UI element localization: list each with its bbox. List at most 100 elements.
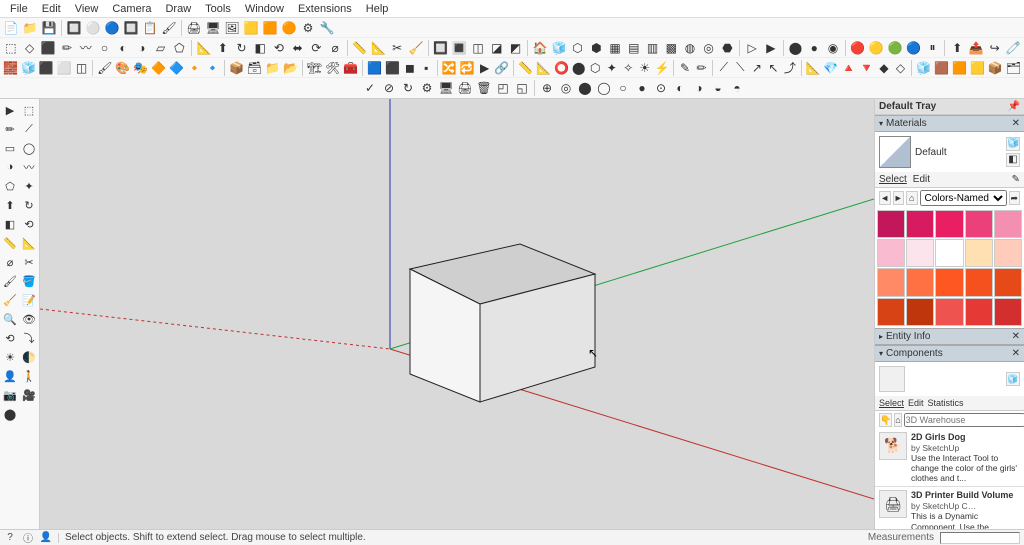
toolbar-button[interactable]: 📐 (195, 39, 213, 57)
toolbar-button[interactable]: ⬚ (2, 39, 20, 57)
material-swatch[interactable] (877, 298, 905, 326)
toolbar-button[interactable]: 🔀 (441, 59, 458, 77)
toolbar-button[interactable]: ✏ (58, 39, 76, 57)
toolbar-button[interactable]: ⬆ (948, 39, 966, 57)
toolbar-button[interactable]: ⭕ (553, 59, 570, 77)
toolbar-button[interactable]: 📁 (264, 59, 281, 77)
toolbar-button[interactable]: 🧰 (342, 59, 359, 77)
toolbar-button[interactable]: ▥ (644, 39, 662, 57)
toolbar-button[interactable]: ⬢ (588, 39, 606, 57)
toolbar-button[interactable]: 🧊 (550, 39, 568, 57)
large-tool-button[interactable]: ✏ (1, 120, 19, 138)
toolbar-button[interactable]: 🧊 (915, 59, 932, 77)
toolbar-button[interactable]: 🔴 (849, 39, 867, 57)
toolbar-button[interactable]: ◰ (494, 79, 512, 97)
toolbar-button[interactable]: 📐 (370, 39, 388, 57)
large-tool-button[interactable]: ◑ (1, 158, 19, 176)
toolbar-button[interactable]: 🔧 (318, 19, 336, 37)
toolbar-button[interactable]: 🟠 (280, 19, 298, 37)
toolbar-button[interactable]: ◑ (690, 79, 708, 97)
toolbar-button[interactable]: ◆ (876, 59, 892, 77)
toolbar-button[interactable]: 〰 (77, 39, 95, 57)
toolbar-button[interactable] (247, 79, 265, 97)
menu-draw[interactable]: Draw (159, 2, 197, 16)
menu-edit[interactable]: Edit (36, 2, 67, 16)
large-tool-button[interactable]: 📷 (1, 386, 19, 404)
components-tab-statistics[interactable]: Statistics (928, 398, 964, 408)
toolbar-button[interactable]: 📦 (228, 59, 245, 77)
toolbar-button[interactable]: 🧷 (1005, 39, 1023, 57)
menu-tools[interactable]: Tools (199, 2, 237, 16)
large-tool-button[interactable]: 🌓 (20, 348, 38, 366)
toolbar-button[interactable]: ○ (96, 39, 114, 57)
toolbar-button[interactable]: 🗂 (1005, 59, 1022, 77)
model-viewport[interactable]: ↖ (40, 99, 874, 529)
toolbar-button[interactable]: ⬌ (289, 39, 307, 57)
large-tool-button[interactable]: ⟋ (20, 120, 38, 138)
help-icon[interactable]: ? (4, 532, 16, 544)
toolbar-button[interactable]: ● (633, 79, 651, 97)
component-item[interactable]: 🐕2D Girls Dogby SketchUpUse the Interact… (875, 429, 1024, 488)
material-swatch[interactable] (965, 239, 993, 267)
material-swatch[interactable] (965, 298, 993, 326)
toolbar-button[interactable]: 🛠 (324, 59, 341, 77)
material-swatch[interactable] (906, 268, 934, 296)
large-tool-button[interactable]: ✂ (20, 253, 38, 271)
toolbar-button[interactable]: 🟢 (886, 39, 904, 57)
large-tool-button[interactable]: ◯ (20, 139, 38, 157)
close-icon[interactable]: ✕ (1012, 118, 1020, 129)
large-tool-button[interactable]: ⬠ (1, 177, 19, 195)
large-tool-button[interactable]: ⟲ (1, 329, 19, 347)
back-icon[interactable]: ◄ (879, 191, 891, 205)
toolbar-button[interactable]: ◼ (402, 59, 418, 77)
toolbar-button[interactable]: ▩ (662, 39, 680, 57)
toolbar-button[interactable]: ◑ (133, 39, 151, 57)
add-component-icon[interactable]: 🧊 (1006, 372, 1020, 386)
eyedropper-icon[interactable]: ✎ (1012, 174, 1020, 185)
toolbar-button[interactable] (323, 79, 341, 97)
toolbar-button[interactable]: 🟧 (951, 59, 968, 77)
toolbar-button[interactable]: ✓ (361, 79, 379, 97)
large-tool-button[interactable]: ⬤ (1, 405, 19, 423)
toolbar-button[interactable]: ⬡ (569, 39, 587, 57)
default-material-icon[interactable]: ◧ (1006, 153, 1020, 167)
material-swatch[interactable] (935, 239, 963, 267)
toolbar-button[interactable]: ▶ (477, 59, 493, 77)
toolbar-button[interactable]: 🧱 (2, 59, 19, 77)
toolbar-button[interactable] (342, 79, 360, 97)
large-tool-button[interactable]: 👁 (20, 310, 38, 328)
toolbar-button[interactable] (285, 79, 303, 97)
toolbar-button[interactable]: 🖌 (160, 19, 178, 37)
toolbar-button[interactable]: ✎ (677, 59, 693, 77)
toolbar-button[interactable]: 📦 (987, 59, 1004, 77)
toolbar-button[interactable]: ⟋ (716, 59, 732, 77)
toolbar-button[interactable]: ▱ (152, 39, 170, 57)
components-search-input[interactable] (904, 413, 1024, 427)
toolbar-button[interactable]: ⊙ (652, 79, 670, 97)
toolbar-button[interactable]: ◉ (824, 39, 842, 57)
toolbar-button[interactable]: ◱ (513, 79, 531, 97)
toolbar-button[interactable]: 🔵 (905, 39, 923, 57)
large-tool-button[interactable]: ⟲ (20, 215, 38, 233)
toolbar-button[interactable]: 🔷 (168, 59, 185, 77)
toolbar-button[interactable]: 🔲 (65, 19, 83, 37)
toolbar-button[interactable] (304, 79, 322, 97)
toolbar-button[interactable]: 🔶 (150, 59, 167, 77)
toolbar-button[interactable]: ⤴ (782, 59, 798, 77)
material-swatch[interactable] (877, 268, 905, 296)
material-swatch[interactable] (935, 268, 963, 296)
toolbar-button[interactable]: 🎨 (114, 59, 131, 77)
material-swatch[interactable] (994, 298, 1022, 326)
large-tool-button[interactable]: ◧ (1, 215, 19, 233)
menu-window[interactable]: Window (239, 2, 290, 16)
toolbar-button[interactable]: ◪ (488, 39, 506, 57)
toolbar-button[interactable]: ▪ (419, 59, 435, 77)
large-tool-button[interactable]: ⬆ (1, 196, 19, 214)
toolbar-button[interactable]: 🔸 (186, 59, 203, 77)
menu-file[interactable]: File (4, 2, 34, 16)
toolbar-button[interactable]: ◍ (681, 39, 699, 57)
toolbar-button[interactable]: ⟳ (307, 39, 325, 57)
toolbar-button[interactable]: ⚪ (84, 19, 102, 37)
toolbar-button[interactable]: 🗃 (246, 59, 263, 77)
toolbar-button[interactable]: ⚡ (653, 59, 670, 77)
